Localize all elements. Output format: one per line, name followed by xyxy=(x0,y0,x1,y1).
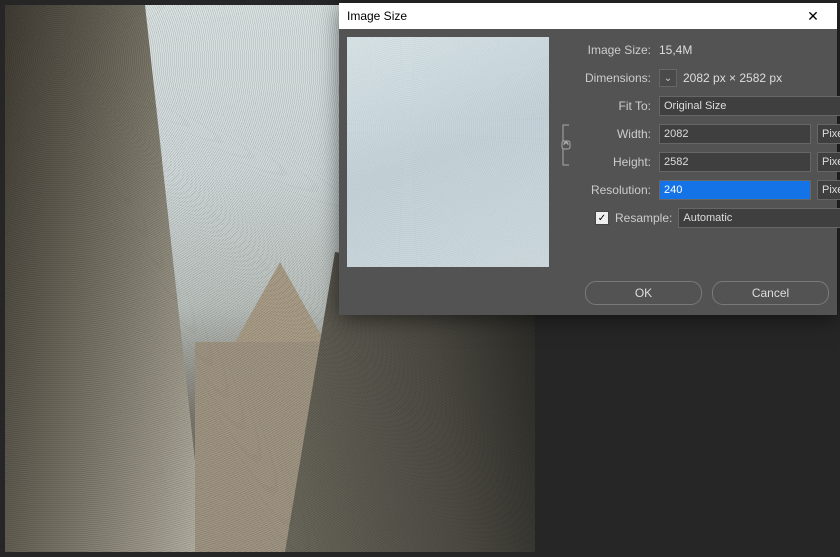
preview-noise xyxy=(347,37,549,267)
resample-checkbox[interactable]: ✓ xyxy=(595,211,609,225)
label-dimensions: Dimensions: xyxy=(559,71,653,85)
fields-panel: Image Size: 15,4M Dimensions: ⌄ 2082 px … xyxy=(559,37,840,267)
width-unit-value: Pixels xyxy=(822,128,840,140)
label-resolution: Resolution: xyxy=(559,183,653,197)
resolution-unit-value: Pixels/Inch xyxy=(822,184,840,196)
value-image-size: 15,4M xyxy=(659,43,692,57)
dialog-buttons: OK Cancel xyxy=(339,275,837,315)
resample-value: Automatic xyxy=(683,212,732,224)
close-icon: ✕ xyxy=(807,8,819,25)
row-height: Height: Pixels ⌄ xyxy=(579,151,840,173)
height-unit-select[interactable]: Pixels ⌄ xyxy=(817,152,840,172)
row-resolution: Resolution: Pixels/Inch ⌄ xyxy=(559,179,840,201)
label-image-size: Image Size: xyxy=(559,43,653,57)
cancel-button[interactable]: Cancel xyxy=(712,281,829,305)
resolution-input[interactable] xyxy=(659,180,811,200)
row-resample: ✓ Resample: Automatic ⌄ xyxy=(559,207,840,229)
fit-to-value: Original Size xyxy=(664,100,726,112)
value-dimensions: 2082 px × 2582 px xyxy=(683,71,782,85)
height-input[interactable] xyxy=(659,152,811,172)
ok-button-label: OK xyxy=(635,286,652,300)
dialog-titlebar[interactable]: Image Size ✕ xyxy=(339,3,837,29)
dimensions-unit-toggle[interactable]: ⌄ xyxy=(659,69,677,87)
resolution-unit-select[interactable]: Pixels/Inch ⌄ xyxy=(817,180,840,200)
workspace: Image Size ✕ Image Size: 15,4M xyxy=(0,0,840,557)
close-button[interactable]: ✕ xyxy=(793,3,833,29)
cancel-button-label: Cancel xyxy=(752,286,789,300)
row-dimensions: Dimensions: ⌄ 2082 px × 2582 px xyxy=(559,67,840,89)
resample-select[interactable]: Automatic ⌄ xyxy=(678,208,840,228)
row-fit-to: Fit To: Original Size ⌄ xyxy=(559,95,840,117)
row-width: Width: Pixels ⌄ xyxy=(579,123,840,145)
chevron-down-icon: ⌄ xyxy=(664,73,672,84)
label-resample: Resample: xyxy=(615,211,672,225)
row-image-size: Image Size: 15,4M xyxy=(559,39,840,61)
label-width: Width: xyxy=(579,127,653,141)
label-fit-to: Fit To: xyxy=(559,99,653,113)
width-input[interactable] xyxy=(659,124,811,144)
label-height: Height: xyxy=(579,155,653,169)
height-unit-value: Pixels xyxy=(822,156,840,168)
dialog-title: Image Size xyxy=(347,9,793,23)
image-size-dialog: Image Size ✕ Image Size: 15,4M xyxy=(339,3,837,315)
fit-to-select[interactable]: Original Size ⌄ xyxy=(659,96,840,116)
width-unit-select[interactable]: Pixels ⌄ xyxy=(817,124,840,144)
row-width-height: Width: Pixels ⌄ Height: Pixels xyxy=(559,123,840,173)
ok-button[interactable]: OK xyxy=(585,281,702,305)
constrain-proportions-link[interactable] xyxy=(559,123,573,167)
dialog-body: Image Size: 15,4M Dimensions: ⌄ 2082 px … xyxy=(339,29,837,275)
preview-thumbnail[interactable] xyxy=(347,37,549,267)
check-icon: ✓ xyxy=(598,213,606,224)
